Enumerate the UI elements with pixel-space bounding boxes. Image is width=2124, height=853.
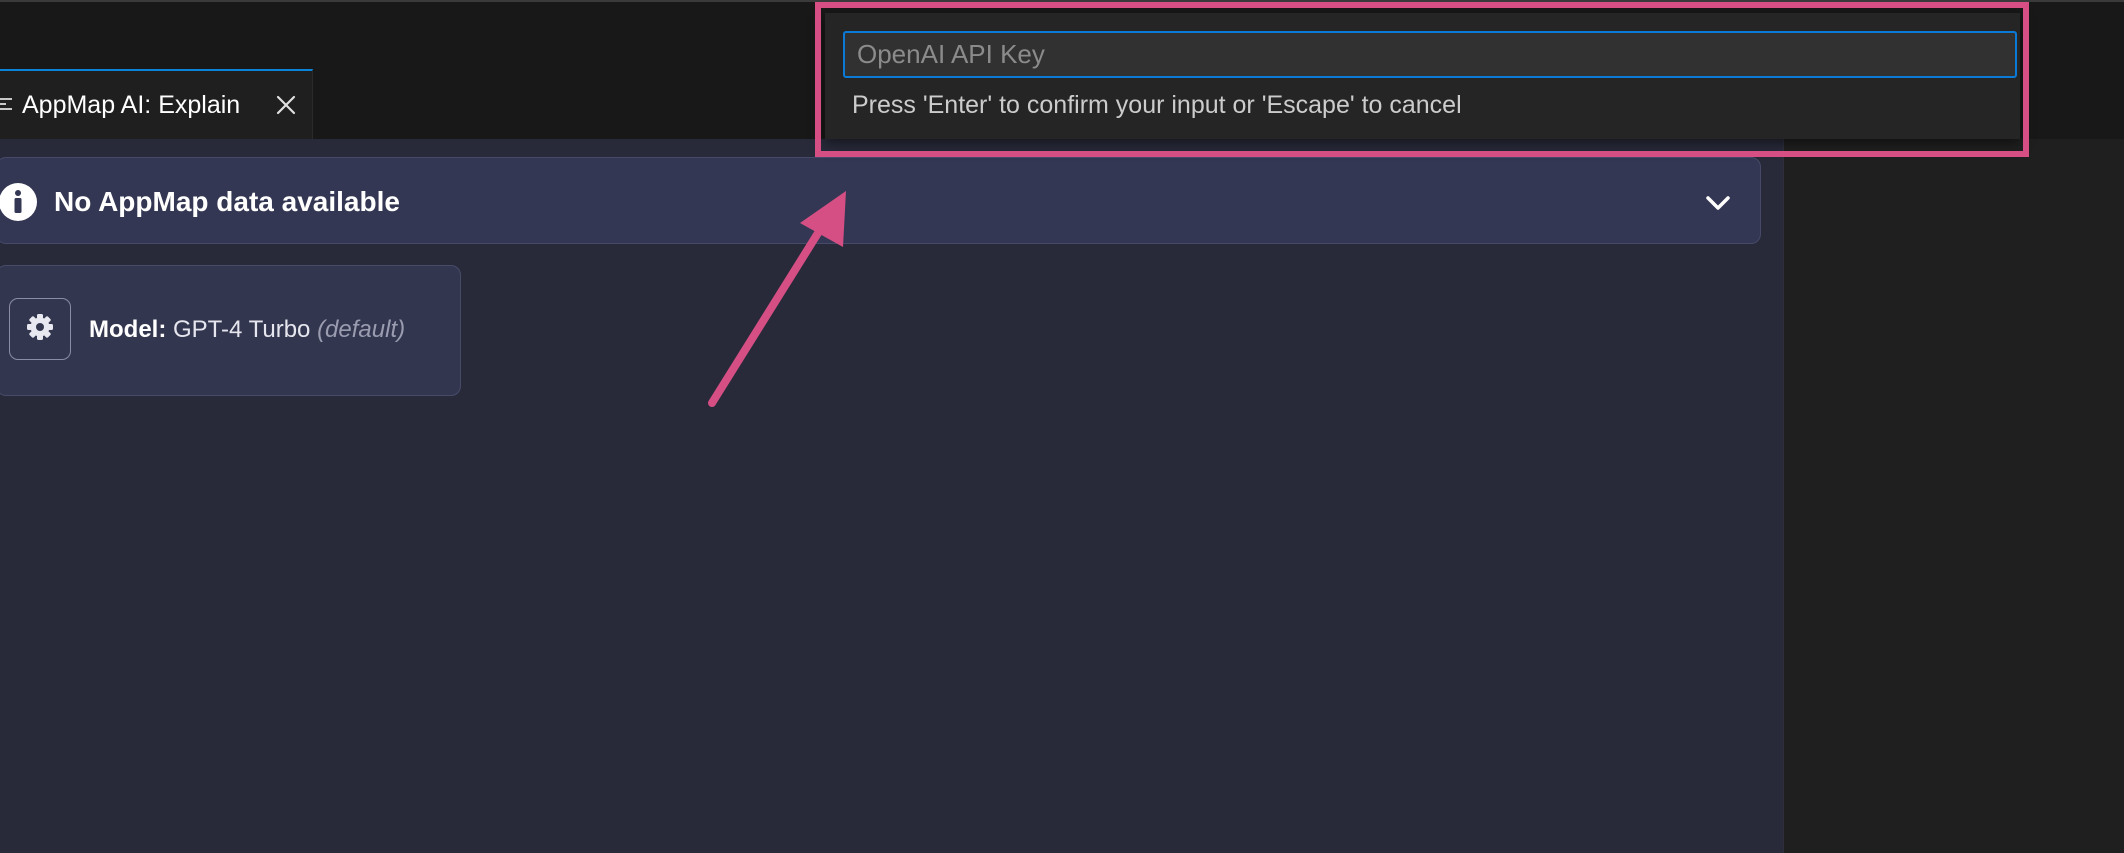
preview-lines-icon <box>0 93 16 117</box>
quick-input-message: Press 'Enter' to confirm your input or '… <box>852 91 1462 119</box>
tab-label: AppMap AI: Explain <box>22 90 241 119</box>
model-info: Model: GPT-4 Turbo (default) <box>89 316 405 344</box>
model-settings-button[interactable] <box>9 298 71 360</box>
appmap-ai-webview: No AppMap data available Model: GPT-4 Tu… <box>0 139 1783 853</box>
model-label: Model: <box>89 316 167 343</box>
model-card: Model: GPT-4 Turbo (default) <box>0 265 461 396</box>
chevron-down-icon[interactable] <box>1703 188 1733 218</box>
model-default-note: (default) <box>317 316 406 343</box>
right-editor-pane <box>1783 139 2124 853</box>
quick-input-widget: Press 'Enter' to confirm your input or '… <box>825 13 2020 139</box>
banner-text: No AppMap data available <box>54 186 400 217</box>
no-data-banner[interactable]: No AppMap data available <box>0 157 1761 244</box>
openai-api-key-input[interactable] <box>843 31 2017 78</box>
gear-icon <box>25 312 55 347</box>
info-icon <box>0 182 38 222</box>
close-icon[interactable] <box>272 91 300 119</box>
model-value: GPT-4 Turbo <box>173 316 311 343</box>
tab-appmap-ai-explain[interactable]: AppMap AI: Explain <box>0 69 313 139</box>
